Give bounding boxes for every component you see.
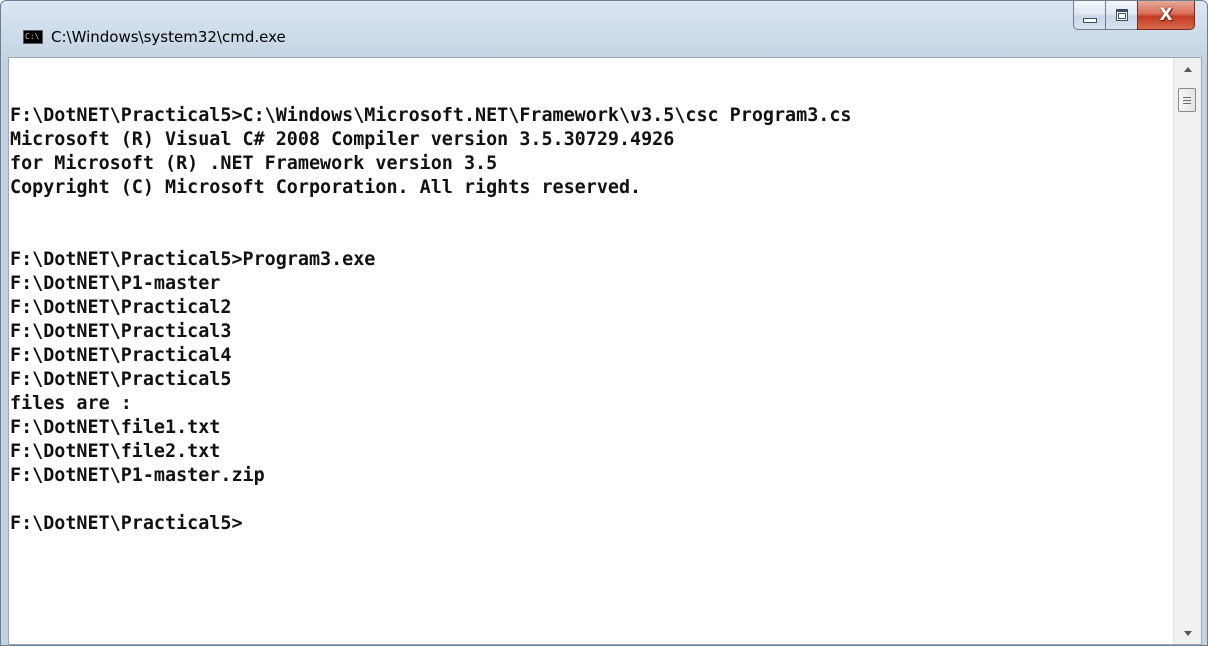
console-line: Microsoft (R) Visual C# 2008 Compiler ve…	[10, 129, 675, 150]
scrollbar-thumb[interactable]	[1178, 88, 1196, 112]
minimize-button[interactable]	[1073, 1, 1105, 30]
console-line: F:\DotNET\Practical3	[10, 321, 232, 342]
scroll-up-arrow-icon	[1183, 66, 1192, 72]
console-line: files are :	[10, 393, 132, 414]
console-line: F:\DotNET\Practical5>	[10, 513, 243, 534]
console-output[interactable]: F:\DotNET\Practical5>C:\Windows\Microsof…	[9, 58, 1173, 644]
console-line: F:\DotNET\P1-master	[10, 273, 221, 294]
maximize-icon	[1115, 9, 1128, 21]
console-line: F:\DotNET\file1.txt	[10, 417, 221, 438]
thumb-grip	[1183, 96, 1191, 98]
minimize-icon	[1082, 17, 1097, 23]
maximize-button[interactable]	[1105, 1, 1137, 30]
caption-buttons: X	[1073, 1, 1195, 31]
window-title: C:\Windows\system32\cmd.exe	[51, 28, 286, 46]
console-client-area: F:\DotNET\Practical5>C:\Windows\Microsof…	[8, 57, 1202, 645]
console-lines: F:\DotNET\Practical5>C:\Windows\Microsof…	[10, 80, 851, 536]
close-icon: X	[1159, 4, 1173, 25]
console-line: F:\DotNET\Practical5>C:\Windows\Microsof…	[10, 105, 852, 126]
scroll-down-arrow-icon	[1183, 630, 1192, 636]
cmd-window: C:\ C:\Windows\system32\cmd.exe X F:\Dot…	[0, 0, 1208, 646]
thumb-grip	[1183, 102, 1191, 104]
title-bar[interactable]: C:\ C:\Windows\system32\cmd.exe X	[1, 1, 1207, 57]
close-button[interactable]: X	[1137, 1, 1195, 30]
scroll-up-button[interactable]	[1174, 58, 1201, 80]
console-line: F:\DotNET\file2.txt	[10, 441, 221, 462]
console-line: Copyright (C) Microsoft Corporation. All…	[10, 177, 642, 198]
scroll-down-button[interactable]	[1174, 622, 1201, 644]
thumb-grip	[1183, 99, 1191, 101]
cmd-icon[interactable]: C:\	[23, 30, 43, 44]
console-line: F:\DotNET\Practical5>Program3.exe	[10, 249, 376, 270]
console-line: for Microsoft (R) .NET Framework version…	[10, 153, 498, 174]
console-line: F:\DotNET\Practical2	[10, 297, 232, 318]
vertical-scrollbar[interactable]	[1173, 58, 1201, 644]
console-line: F:\DotNET\Practical4	[10, 345, 232, 366]
console-line: F:\DotNET\P1-master.zip	[10, 465, 265, 486]
console-line: F:\DotNET\Practical5	[10, 369, 232, 390]
